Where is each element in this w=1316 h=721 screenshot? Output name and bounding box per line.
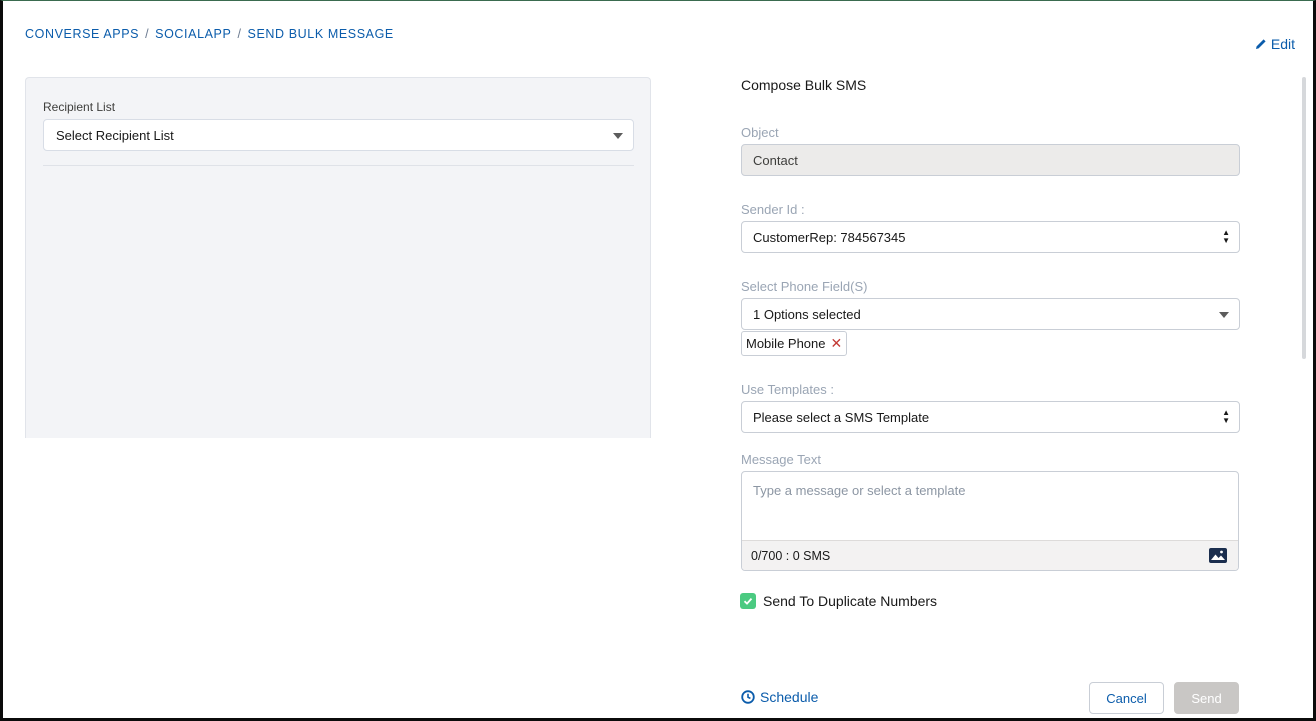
- phone-field-pill: Mobile Phone ✕: [741, 331, 848, 356]
- breadcrumb-converse-apps[interactable]: CONVERSE APPS: [25, 27, 139, 41]
- scrollbar[interactable]: [1302, 77, 1306, 359]
- phone-field-value: 1 Options selected: [753, 306, 861, 322]
- sort-arrows-icon: ▲ ▼: [1222, 228, 1230, 245]
- duplicate-numbers-label: Send To Duplicate Numbers: [763, 593, 938, 609]
- object-field: Contact: [741, 144, 1240, 176]
- message-textarea[interactable]: [742, 472, 1238, 541]
- close-icon[interactable]: ✕: [831, 335, 843, 352]
- sender-id-label: Sender Id :: [741, 202, 805, 217]
- pill-label: Mobile Phone: [746, 336, 826, 351]
- edit-label: Edit: [1270, 36, 1295, 52]
- recipient-panel: Recipient List Select Recipient List: [25, 77, 651, 438]
- templates-value: Please select a SMS Template: [753, 409, 930, 425]
- message-footer: 0/700 : 0 SMS: [742, 540, 1238, 570]
- breadcrumb-separator: /: [237, 27, 242, 41]
- breadcrumb-socialapp[interactable]: SOCIALAPP: [155, 27, 231, 41]
- chevron-down-icon: [1219, 312, 1229, 318]
- object-label: Object: [741, 125, 779, 140]
- message-text-label: Message Text: [741, 452, 821, 467]
- sort-arrows-icon: ▲ ▼: [1222, 408, 1230, 425]
- edit-button[interactable]: Edit: [1255, 36, 1295, 52]
- app-frame: CONVERSE APPS / SOCIALAPP / SEND BULK ME…: [0, 0, 1316, 721]
- recipient-list-value: Select Recipient List: [56, 127, 174, 143]
- breadcrumb-separator: /: [145, 27, 150, 41]
- cancel-button[interactable]: Cancel: [1089, 682, 1164, 714]
- templates-label: Use Templates :: [741, 382, 834, 397]
- message-box: 0/700 : 0 SMS: [741, 471, 1239, 571]
- divider: [43, 165, 634, 166]
- pencil-icon: [1255, 39, 1266, 49]
- message-counter: 0/700 : 0 SMS: [751, 548, 831, 563]
- chevron-down-icon: [613, 133, 623, 139]
- clock-icon: [741, 690, 755, 704]
- breadcrumb: CONVERSE APPS / SOCIALAPP / SEND BULK ME…: [25, 27, 394, 41]
- phone-field-label: Select Phone Field(S): [741, 279, 868, 294]
- sender-id-select[interactable]: CustomerRep: 784567345 ▲ ▼: [741, 221, 1240, 253]
- duplicate-numbers-checkbox[interactable]: [740, 593, 756, 609]
- templates-select[interactable]: Please select a SMS Template ▲ ▼: [741, 401, 1240, 433]
- sender-id-value: CustomerRep: 784567345: [753, 229, 906, 245]
- phone-field-multiselect[interactable]: 1 Options selected: [741, 298, 1240, 330]
- duplicate-numbers-option: Send To Duplicate Numbers: [740, 593, 937, 609]
- compose-title: Compose Bulk SMS: [741, 77, 867, 93]
- send-button[interactable]: Send: [1174, 682, 1239, 714]
- breadcrumb-send-bulk-message[interactable]: SEND BULK MESSAGE: [248, 27, 394, 41]
- recipient-list-select[interactable]: Select Recipient List: [43, 119, 634, 151]
- recipient-list-label: Recipient List: [43, 100, 116, 114]
- schedule-label: Schedule: [760, 689, 819, 705]
- image-icon[interactable]: [1209, 548, 1227, 563]
- check-icon: [743, 597, 753, 605]
- schedule-button[interactable]: Schedule: [741, 689, 818, 705]
- object-value: Contact: [753, 152, 798, 168]
